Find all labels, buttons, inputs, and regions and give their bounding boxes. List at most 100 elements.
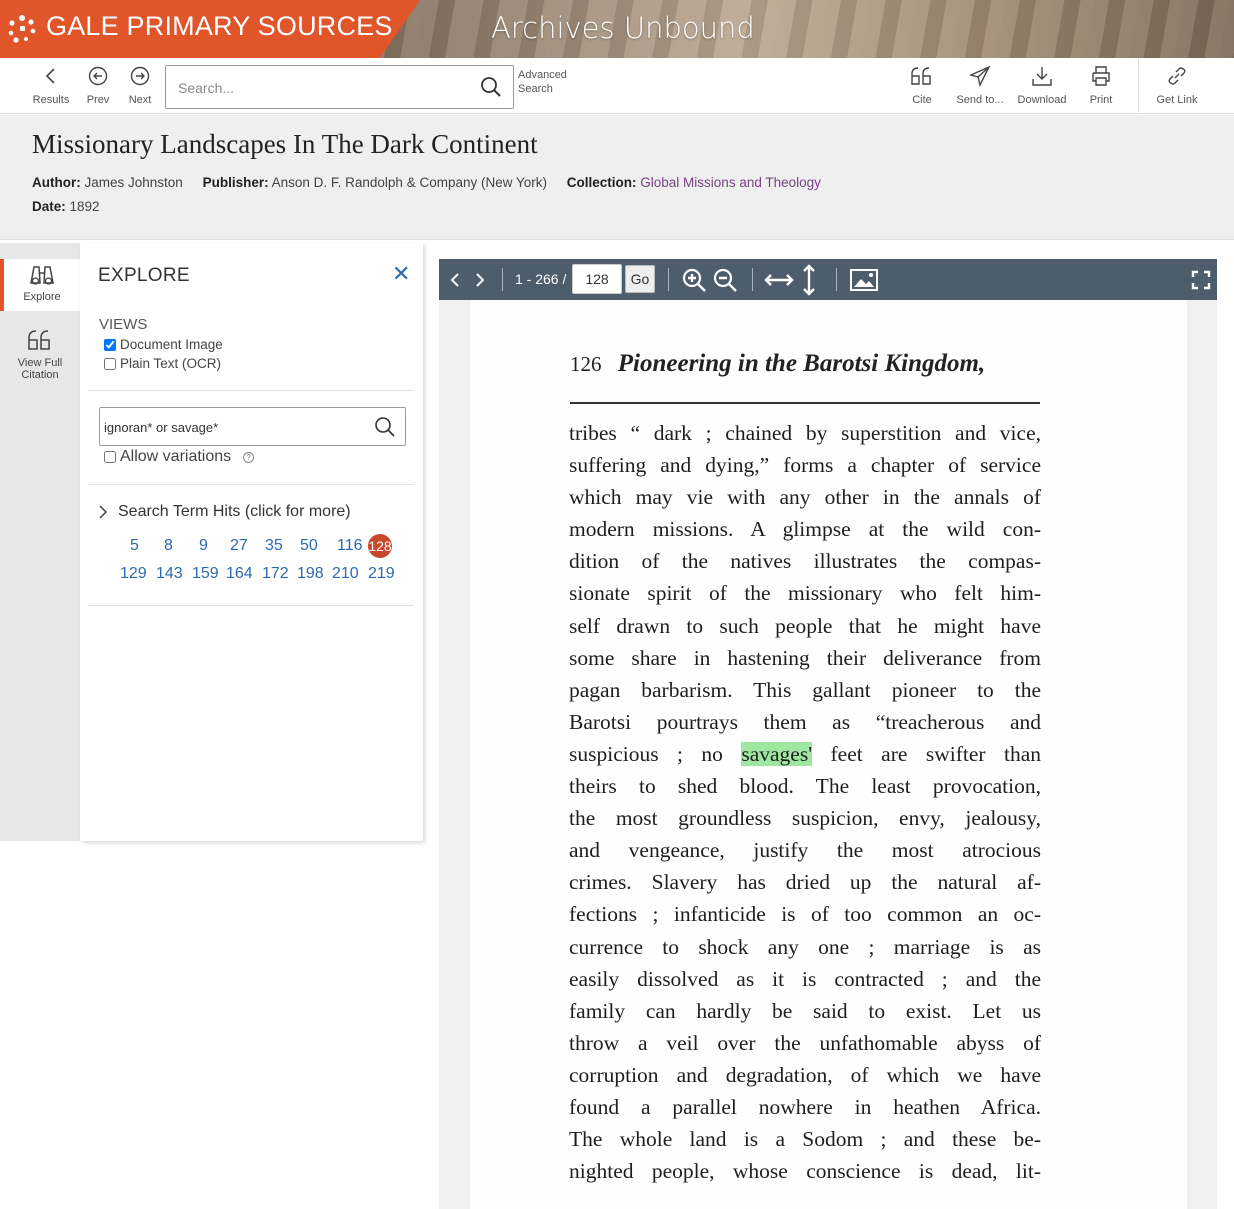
page-number-input[interactable]	[572, 264, 622, 294]
header-rule	[570, 402, 1040, 404]
search-icon[interactable]	[479, 75, 503, 99]
go-button[interactable]: Go	[625, 265, 655, 293]
download-label: Download	[1017, 94, 1067, 106]
cite-button[interactable]: Cite	[904, 64, 940, 106]
rail-view-citation-button[interactable]: View Full Citation	[0, 327, 80, 387]
chevron-left-icon	[45, 68, 55, 84]
text-line: easily dissolved as it is contracted ; a…	[569, 966, 1041, 991]
publisher-label: Publisher:	[202, 175, 269, 190]
hit-link-129[interactable]: 129	[120, 565, 147, 583]
zoom-in-button[interactable]	[681, 259, 707, 300]
hit-link-35[interactable]: 35	[265, 537, 283, 555]
hit-link-210[interactable]: 210	[332, 565, 359, 583]
product-title: Archives Unbound	[491, 11, 755, 45]
brand-name: GALE PRIMARY SOURCES	[46, 11, 393, 41]
author-value: James Johnston	[84, 175, 183, 190]
hit-link-159[interactable]: 159	[192, 565, 219, 583]
hit-link-172[interactable]: 172	[262, 565, 289, 583]
text-line: family can hardly be said to exist. Let …	[569, 998, 1041, 1023]
view-document-image-checkbox[interactable]	[104, 338, 116, 351]
text-line: the most groundless suspicion, envy, jea…	[569, 806, 1041, 831]
search-highlight[interactable]: savages'	[741, 741, 813, 766]
fit-height-icon	[803, 263, 815, 296]
text-line: corruption and degradation, of which we …	[569, 1062, 1041, 1087]
text-line: throw a veil over the unfathomable abyss…	[569, 1030, 1041, 1055]
left-rail: Explore View Full Citation	[0, 243, 80, 841]
view-plain-text-option[interactable]: Plain Text (OCR)	[104, 356, 221, 371]
quote-icon	[911, 67, 931, 85]
document-viewer[interactable]: 126 Pioneering in the Barotsi Kingdom, t…	[439, 300, 1217, 1209]
fit-height-button[interactable]	[801, 259, 817, 300]
get-link-label: Get Link	[1156, 94, 1198, 106]
allow-variations-label: Allow variations	[120, 448, 232, 465]
hit-link-128[interactable]: 128	[368, 534, 392, 558]
view-plain-text-checkbox[interactable]	[104, 357, 116, 370]
page-body-text: tribes “ dark ; chained by superstition …	[569, 417, 1041, 1187]
chevron-left-icon	[450, 272, 459, 287]
allow-variations-option[interactable]: Allow variations ?	[104, 448, 255, 466]
hit-link-50[interactable]: 50	[300, 537, 318, 555]
text-line: self drawn to such people that he might …	[569, 613, 1041, 638]
help-icon[interactable]: ?	[243, 451, 255, 463]
next-page-button[interactable]	[472, 259, 488, 300]
fit-width-button[interactable]	[764, 259, 794, 300]
prev-page-button[interactable]	[447, 259, 463, 300]
text-line: nighted people, whose conscience is dead…	[569, 1159, 1041, 1184]
divider	[88, 390, 414, 391]
brand-area[interactable]: GALE PRIMARY SOURCES	[0, 0, 420, 58]
download-button[interactable]: Download	[1012, 64, 1072, 106]
page-running-head: 126 Pioneering in the Barotsi Kingdom,	[570, 350, 985, 378]
text-line: theirs to shed blood. The least provocat…	[569, 774, 1041, 799]
hit-link-5[interactable]: 5	[130, 537, 139, 555]
view-document-image-option[interactable]: Document Image	[104, 337, 223, 352]
link-icon	[1168, 67, 1186, 85]
prev-button[interactable]: Prev	[82, 64, 114, 106]
page-number: 126	[570, 352, 602, 376]
hit-link-116[interactable]: 116	[337, 537, 363, 555]
text-line: dition of the natives illustrates the co…	[569, 549, 1041, 574]
hit-link-219[interactable]: 219	[368, 565, 395, 583]
printer-icon	[1092, 66, 1110, 86]
date-label: Date:	[32, 199, 66, 214]
print-button[interactable]: Print	[1084, 64, 1118, 106]
send-to-label: Send to...	[956, 94, 1004, 106]
fullscreen-icon	[1191, 270, 1211, 289]
search-input[interactable]	[178, 77, 468, 99]
text-line: crimes. Slavery has dried up the natural…	[569, 870, 1041, 895]
hit-link-9[interactable]: 9	[199, 537, 208, 555]
collection-label: Collection:	[566, 175, 637, 190]
zoom-out-button[interactable]	[712, 259, 738, 300]
publisher-value: Anson D. F. Randolph & Company (New York…	[271, 175, 547, 190]
allow-variations-checkbox[interactable]	[104, 451, 116, 463]
rail-explore-button[interactable]: Explore	[0, 259, 80, 311]
cite-label: Cite	[912, 94, 932, 106]
get-link-button[interactable]: Get Link	[1150, 64, 1204, 106]
image-options-button[interactable]	[849, 259, 879, 300]
text-line: tribes “ dark ; chained by superstition …	[569, 421, 1041, 445]
hit-link-27[interactable]: 27	[230, 537, 248, 555]
next-button[interactable]: Next	[124, 64, 156, 106]
hit-link-143[interactable]: 143	[156, 565, 183, 583]
send-to-button[interactable]: Send to...	[952, 64, 1008, 106]
hit-link-198[interactable]: 198	[297, 565, 324, 583]
term-search-input[interactable]	[104, 417, 364, 437]
search-term-hits-toggle[interactable]: Search Term Hits (click for more)	[98, 503, 351, 521]
search-icon[interactable]	[373, 415, 397, 439]
results-button[interactable]: Results	[28, 64, 74, 106]
toolbar-separator	[752, 268, 753, 291]
chevron-right-icon	[99, 505, 108, 519]
hit-link-8[interactable]: 8	[164, 537, 173, 555]
text-line: and vengeance, justify the most atrociou…	[569, 838, 1041, 863]
advanced-search-link[interactable]: Advanced Search	[518, 68, 578, 96]
divider	[88, 605, 414, 606]
running-title: Pioneering in the Barotsi Kingdom,	[617, 350, 986, 377]
toolbar-separator	[836, 268, 837, 291]
circle-arrow-right-icon	[130, 66, 150, 86]
meta-row-date: Date: 1892	[32, 199, 100, 214]
hit-link-164[interactable]: 164	[226, 565, 253, 583]
next-label: Next	[128, 94, 152, 106]
fullscreen-button[interactable]	[1191, 259, 1211, 300]
close-icon[interactable]: ✕	[392, 261, 410, 287]
collection-link[interactable]: Global Missions and Theology	[640, 175, 821, 190]
text-line: some share in hastening their deliveranc…	[569, 645, 1041, 670]
